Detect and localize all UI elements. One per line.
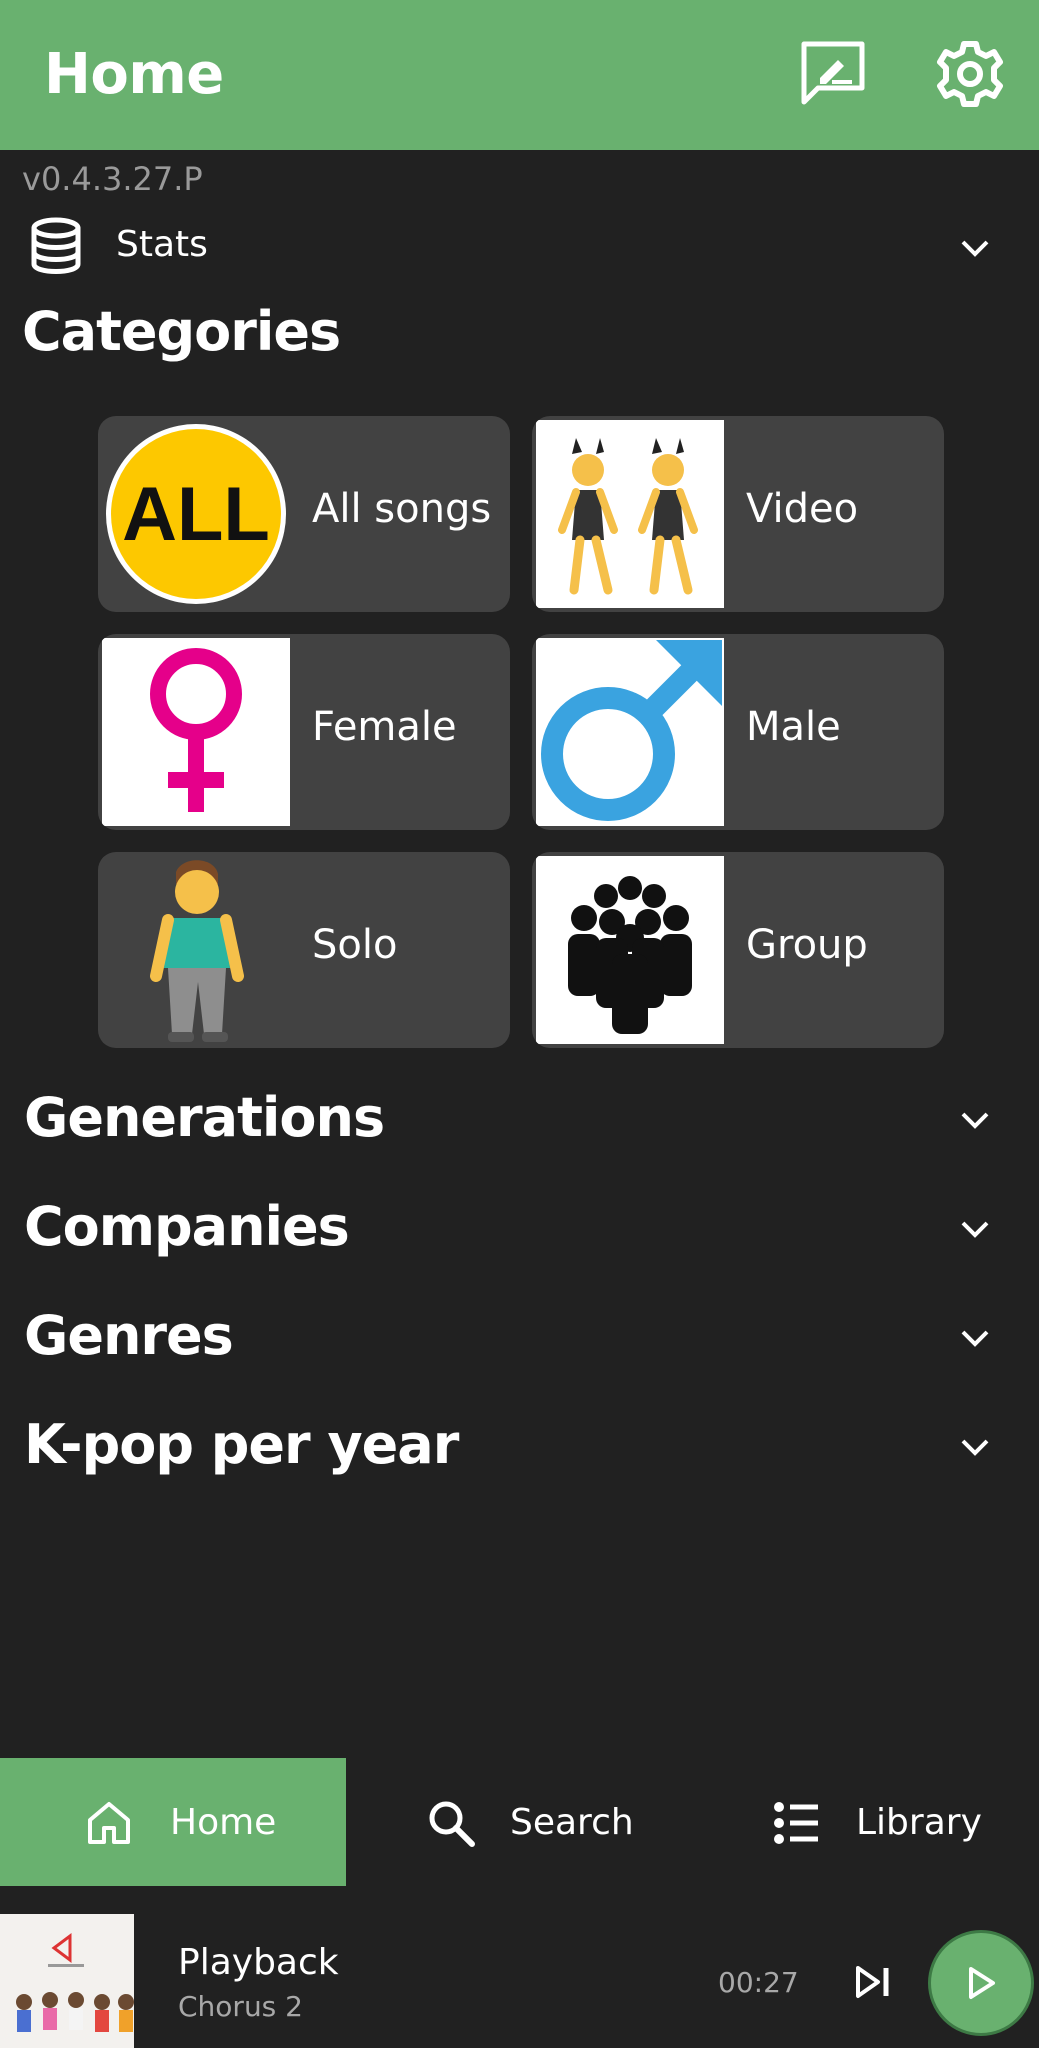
category-label: Male [746, 704, 841, 750]
gear-icon[interactable] [934, 38, 1006, 110]
chevron-down-icon [961, 1330, 989, 1347]
version-label: v0.4.3.27.P [22, 160, 203, 198]
section-kpop-per-year[interactable]: K-pop per year [0, 1403, 1039, 1493]
message-edit-icon[interactable] [798, 38, 870, 110]
play-icon [969, 1967, 995, 1999]
chevron-down-icon [961, 1112, 989, 1129]
categories-heading: Categories [22, 300, 341, 363]
nav-library-label: Library [856, 1802, 982, 1843]
stats-label: Stats [116, 224, 208, 265]
bottom-navigation: Home Search Library [0, 1758, 1039, 1886]
category-card-group[interactable]: Group [532, 852, 944, 1048]
track-subtitle: Chorus 2 [178, 1990, 303, 2023]
stats-row[interactable]: Stats [0, 210, 1039, 280]
group-people-icon [536, 856, 724, 1044]
dancers-icon [536, 420, 724, 608]
section-label: Generations [24, 1086, 385, 1149]
nav-search[interactable]: Search [346, 1758, 692, 1886]
category-label: Group [746, 922, 868, 968]
chevron-down-icon [961, 1221, 989, 1238]
category-card-solo[interactable]: Solo [98, 852, 510, 1048]
list-icon [774, 1802, 818, 1844]
female-symbol-icon [102, 638, 290, 826]
track-title: Playback [178, 1942, 339, 1983]
database-icon [31, 217, 81, 274]
chevron-down-icon [961, 240, 989, 257]
category-card-all-songs[interactable]: ALL All songs [98, 416, 510, 612]
play-button[interactable] [928, 1930, 1034, 2036]
all-songs-thumbnail: ALL [106, 424, 286, 604]
category-card-male[interactable]: Male [532, 634, 944, 830]
search-icon [429, 1801, 475, 1847]
mini-player[interactable]: Playback Chorus 2 00:27 [0, 1914, 1039, 2048]
category-card-video[interactable]: Video [532, 416, 944, 612]
category-label: Solo [312, 922, 398, 968]
all-badge-text: ALL [122, 472, 270, 557]
nav-library[interactable]: Library [692, 1758, 1039, 1886]
track-time: 00:27 [718, 1966, 799, 1999]
category-label: Female [312, 704, 457, 750]
male-symbol-icon [536, 638, 724, 826]
section-label: Genres [24, 1304, 234, 1367]
section-genres[interactable]: Genres [0, 1294, 1039, 1384]
section-companies[interactable]: Companies [0, 1185, 1039, 1275]
home-icon [88, 1802, 130, 1844]
app-bar: Home [0, 0, 1039, 150]
section-generations[interactable]: Generations [0, 1076, 1039, 1166]
man-icon [102, 856, 290, 1044]
album-art [0, 1914, 134, 2048]
category-label: All songs [312, 486, 492, 532]
nav-home[interactable]: Home [0, 1758, 346, 1886]
page-title: Home [44, 42, 224, 107]
section-label: Companies [24, 1195, 350, 1258]
category-label: Video [746, 486, 859, 532]
skip-next-icon[interactable] [850, 1960, 894, 2004]
chevron-down-icon [961, 1439, 989, 1456]
section-label: K-pop per year [24, 1413, 459, 1476]
nav-home-label: Home [170, 1802, 277, 1843]
nav-search-label: Search [510, 1802, 634, 1843]
category-card-female[interactable]: Female [98, 634, 510, 830]
